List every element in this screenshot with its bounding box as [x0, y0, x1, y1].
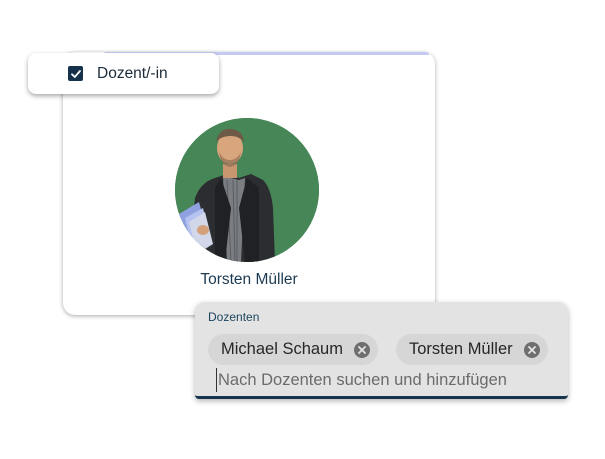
chip-label: Michael Schaum [221, 340, 343, 358]
checkbox-label: Dozent/-in [97, 64, 168, 82]
close-icon [527, 345, 536, 354]
chip-label: Torsten Müller [409, 340, 513, 358]
lecturer-select-field[interactable]: Dozenten Michael Schaum Torsten Müller [195, 302, 568, 399]
checkbox-checked[interactable] [68, 66, 83, 81]
lecturer-chip[interactable]: Torsten Müller [396, 334, 548, 365]
lecturer-search-input[interactable] [216, 368, 548, 392]
check-icon [70, 69, 81, 78]
lecturer-role-checkbox[interactable]: Dozent/-in [28, 53, 219, 94]
remove-lecturer-button[interactable] [523, 341, 540, 358]
lecturer-avatar [175, 118, 319, 262]
lecturer-chip[interactable]: Michael Schaum [208, 334, 378, 365]
lecturer-field-label: Dozenten [208, 310, 260, 324]
close-icon [358, 345, 366, 354]
lecturer-name: Torsten Müller [200, 271, 298, 288]
remove-lecturer-button[interactable] [353, 341, 370, 358]
lecturer-photo [175, 118, 319, 262]
